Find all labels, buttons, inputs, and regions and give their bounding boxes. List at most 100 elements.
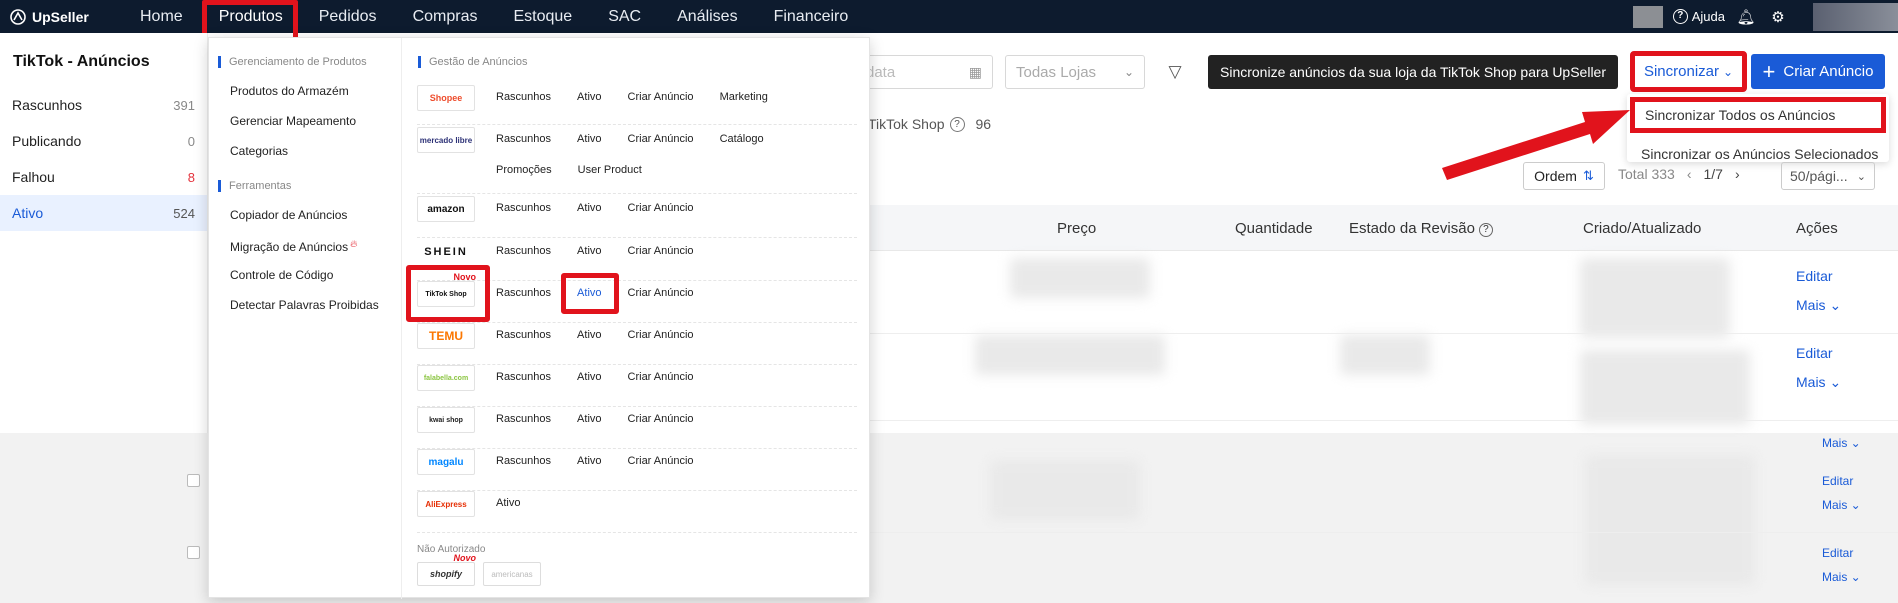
falabella-ativo[interactable]: Ativo: [577, 365, 601, 384]
user-account[interactable]: [1813, 2, 1898, 31]
magalu-ativo[interactable]: Ativo: [577, 449, 601, 468]
sync-all-option[interactable]: Sincronizar Todos os Anúncios: [1630, 97, 1886, 133]
nav-compras[interactable]: Compras: [395, 0, 496, 33]
kwai-ativo[interactable]: Ativo: [577, 407, 601, 426]
filter-icon[interactable]: ▽: [1163, 60, 1187, 84]
row-checkbox[interactable]: [187, 546, 200, 559]
menu-detectar-palavras[interactable]: Detectar Palavras Proibidas: [209, 290, 401, 320]
help-link[interactable]: ? Ajuda: [1672, 9, 1725, 24]
amazon-ativo[interactable]: Ativo: [577, 196, 601, 215]
header-acoes: Ações: [1796, 220, 1838, 237]
upseller-logo[interactable]: UpSeller: [0, 9, 122, 25]
edit-link[interactable]: Editar: [1796, 345, 1833, 361]
more-link[interactable]: Mais ⌄: [1822, 436, 1861, 450]
kwai-rascunhos[interactable]: Rascunhos: [496, 407, 551, 426]
nav-analises[interactable]: Análises: [659, 0, 755, 33]
store-select[interactable]: Todas Lojas ⌄: [1005, 55, 1145, 89]
nav-sac[interactable]: SAC: [590, 0, 659, 33]
menu-produtos-armazem[interactable]: Produtos do Armazém: [209, 76, 401, 106]
aliexpress-logo: AliExpress: [417, 491, 475, 517]
more-link[interactable]: Mais ⌄: [1796, 374, 1841, 391]
next-page-icon[interactable]: ›: [1735, 166, 1740, 182]
question-icon: ?: [1478, 223, 1493, 237]
americanas-logo[interactable]: americanas: [483, 562, 541, 586]
blurred-price: [990, 460, 1140, 520]
falabella-rascunhos[interactable]: Rascunhos: [496, 365, 551, 384]
page-size-value: 50/pági...: [1790, 168, 1848, 184]
more-link[interactable]: Mais ⌄: [1822, 570, 1861, 584]
status-publicando[interactable]: Publicando 0: [0, 123, 207, 159]
more-link[interactable]: Mais ⌄: [1822, 498, 1861, 512]
table-header: Preço Quantidade Estado da Revisão? Cria…: [870, 205, 1898, 251]
store-tab-tiktok[interactable]: TikTok Shop ? 96: [868, 116, 991, 132]
date-range-input[interactable]: data ▦: [855, 55, 993, 89]
menu-controle-codigo[interactable]: Controle de Código: [209, 260, 401, 290]
novo-badge: Novo: [453, 553, 477, 563]
sort-button[interactable]: Ordem ⇅: [1523, 162, 1605, 190]
mercadolibre-logo: mercado libre: [417, 127, 475, 153]
more-link[interactable]: Mais ⌄: [1796, 297, 1841, 314]
tiktok-rascunhos[interactable]: Rascunhos: [496, 281, 551, 300]
status-ativo[interactable]: Ativo 524: [0, 195, 207, 231]
edit-link[interactable]: Editar: [1796, 268, 1833, 284]
edit-link[interactable]: Editar: [1822, 546, 1853, 560]
tiktok-criar[interactable]: Criar Anúncio: [628, 281, 694, 300]
ml-promocoes[interactable]: Promoções: [496, 158, 552, 177]
status-rascunhos[interactable]: Rascunhos 391: [0, 87, 207, 123]
menu-copiador-anuncios[interactable]: Copiador de Anúncios: [209, 200, 401, 230]
shopify-logo[interactable]: shopify Novo: [417, 553, 476, 586]
sync-tooltip: Sincronize anúncios da sua loja da TikTo…: [1208, 55, 1619, 89]
calendar-icon: ▦: [968, 63, 982, 80]
temu-ativo[interactable]: Ativo: [577, 323, 601, 342]
magalu-criar[interactable]: Criar Anúncio: [628, 449, 694, 468]
header-preco: Preço: [1057, 220, 1097, 237]
magalu-rascunhos[interactable]: Rascunhos: [496, 449, 551, 468]
row-checkbox[interactable]: [187, 474, 200, 487]
ml-catalogo[interactable]: Catálogo: [720, 127, 764, 146]
ml-ativo[interactable]: Ativo: [577, 127, 601, 146]
create-listing-label: Criar Anúncio: [1783, 63, 1874, 80]
bell-icon[interactable]: 🔔︎: [1735, 8, 1757, 26]
temu-logo: TEMU: [417, 323, 475, 349]
nav-shop-avatar[interactable]: [1632, 5, 1663, 28]
ml-rascunhos[interactable]: Rascunhos: [496, 127, 551, 146]
gear-icon[interactable]: ⚙: [1767, 8, 1789, 26]
page-size-select[interactable]: 50/pági... ⌄: [1781, 162, 1875, 190]
shein-rascunhos[interactable]: Rascunhos: [496, 239, 551, 258]
kwai-criar[interactable]: Criar Anúncio: [628, 407, 694, 426]
aliexpress-ativo[interactable]: Ativo: [496, 491, 520, 510]
menu-migracao-label: Migração de Anúncios: [230, 240, 349, 254]
nav-pedidos[interactable]: Pedidos: [301, 0, 395, 33]
more-label: Mais: [1822, 436, 1848, 450]
menu-categorias[interactable]: Categorias: [209, 136, 401, 166]
mega-menu-left: Gerenciamento de Produtos Produtos do Ar…: [209, 38, 402, 599]
menu-migracao-anuncios[interactable]: Migração de Anúncios 🔥︎: [209, 230, 401, 260]
temu-rascunhos[interactable]: Rascunhos: [496, 323, 551, 342]
ml-criar[interactable]: Criar Anúncio: [628, 127, 694, 146]
upseller-logo-icon: [10, 8, 26, 25]
shein-criar[interactable]: Criar Anúncio: [628, 239, 694, 258]
falabella-criar[interactable]: Criar Anúncio: [628, 365, 694, 384]
nav-home[interactable]: Home: [122, 0, 201, 33]
nav-estoque[interactable]: Estoque: [495, 0, 590, 33]
chevron-down-icon: ⌄: [1856, 170, 1866, 183]
menu-gerenciar-mapeamento[interactable]: Gerenciar Mapeamento: [209, 106, 401, 136]
edit-link[interactable]: Editar: [1822, 474, 1853, 488]
nav-financeiro[interactable]: Financeiro: [756, 0, 867, 33]
shopee-ativo[interactable]: Ativo: [577, 85, 601, 104]
shopee-marketing[interactable]: Marketing: [720, 85, 768, 104]
ml-user-product[interactable]: User Product: [578, 158, 642, 177]
shopee-criar[interactable]: Criar Anúncio: [628, 85, 694, 104]
create-listing-button[interactable]: + Criar Anúncio: [1751, 54, 1885, 89]
amazon-criar[interactable]: Criar Anúncio: [628, 196, 694, 215]
sync-button-label: Sincronizar: [1643, 63, 1719, 80]
amazon-rascunhos[interactable]: Rascunhos: [496, 196, 551, 215]
shein-ativo[interactable]: Ativo: [577, 239, 601, 258]
status-label: Publicando: [12, 133, 82, 149]
prev-page-icon[interactable]: ‹: [1687, 166, 1692, 182]
shopify-logo-text: shopify: [429, 569, 462, 579]
status-falhou[interactable]: Falhou 8: [0, 159, 207, 195]
sync-button[interactable]: Sincronizar ⌄: [1630, 51, 1747, 92]
temu-criar[interactable]: Criar Anúncio: [628, 323, 694, 342]
shopee-rascunhos[interactable]: Rascunhos: [496, 85, 551, 104]
